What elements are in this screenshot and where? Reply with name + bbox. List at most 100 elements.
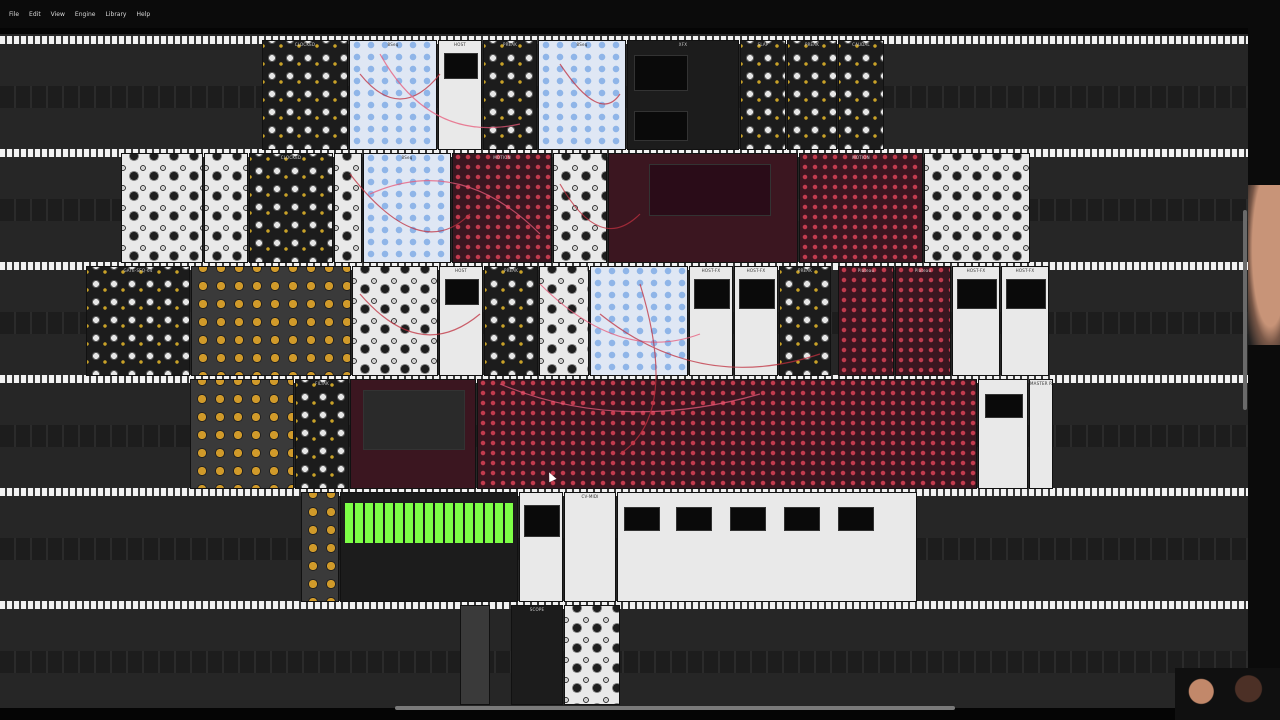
module-title: CLOCKED xyxy=(294,42,316,47)
module-matrix[interactable] xyxy=(539,266,589,376)
module-quad-oscillator[interactable] xyxy=(190,379,294,489)
module-host-fx[interactable]: HOST-FX xyxy=(734,266,778,376)
module-voice-bank[interactable] xyxy=(617,492,917,602)
module-controls[interactable] xyxy=(191,380,293,488)
module-screen xyxy=(739,279,775,309)
module-plateau[interactable]: Plateau xyxy=(838,266,894,376)
module-motion[interactable]: MOTION xyxy=(452,153,552,263)
module-controls[interactable] xyxy=(554,154,606,262)
menu-bar: File Edit View Engine Library Help xyxy=(0,0,1280,28)
module-controls[interactable] xyxy=(484,41,536,149)
module-controls[interactable] xyxy=(250,154,332,262)
module-vca[interactable] xyxy=(924,153,1030,263)
module-clocked[interactable]: CLOCKED xyxy=(249,153,333,263)
module-controls[interactable] xyxy=(296,380,348,488)
module-modulator[interactable] xyxy=(352,266,438,376)
module-fader[interactable] xyxy=(460,605,490,705)
module-master-records[interactable]: MASTER RECORDS xyxy=(1029,379,1053,489)
module-mixer[interactable] xyxy=(121,153,203,263)
module-slap[interactable]: SLAP xyxy=(740,40,786,150)
module-controls[interactable] xyxy=(122,154,202,262)
module-screen xyxy=(784,507,820,531)
module-motion[interactable]: MOTION xyxy=(799,153,923,263)
menu-edit[interactable]: Edit xyxy=(24,11,46,18)
module-8seq[interactable]: 8Seq xyxy=(538,40,626,150)
module-8seq[interactable]: 8Seq xyxy=(363,153,451,263)
vertical-scrollbar[interactable] xyxy=(1243,210,1247,410)
module-title: CAUDAL xyxy=(852,42,870,47)
module-host-fx[interactable]: HOST-FX xyxy=(689,266,733,376)
module-quad-oscillator[interactable] xyxy=(191,266,351,376)
module-host[interactable]: HOST xyxy=(439,266,483,376)
module-clocked[interactable]: CLOCKED xyxy=(262,40,348,150)
menu-library[interactable]: Library xyxy=(101,11,132,18)
module-controls[interactable] xyxy=(788,41,836,149)
module-caudal[interactable]: CAUDAL xyxy=(838,40,884,150)
module-controls[interactable] xyxy=(350,41,436,149)
module-controls[interactable] xyxy=(205,154,247,262)
module-title: HOST xyxy=(454,42,466,47)
module-controls[interactable] xyxy=(192,267,350,375)
module-utility[interactable] xyxy=(334,153,362,263)
module-screen xyxy=(957,279,997,309)
module-controls[interactable] xyxy=(780,267,830,375)
module-controls[interactable] xyxy=(839,41,883,149)
module-screen xyxy=(524,505,560,537)
module-strip[interactable] xyxy=(301,492,339,602)
module-controls[interactable] xyxy=(539,41,625,149)
module-title: Plateau xyxy=(914,268,932,273)
module-controls[interactable] xyxy=(353,267,437,375)
module-screen xyxy=(634,55,688,91)
module-mod-matrix[interactable] xyxy=(590,266,688,376)
module-gate-seq[interactable]: GATE-SEQ-64 xyxy=(86,266,190,376)
module-controls[interactable] xyxy=(540,267,588,375)
module-preak[interactable]: PREAK xyxy=(483,40,537,150)
module-controls[interactable] xyxy=(453,154,551,262)
module-wavetable[interactable] xyxy=(608,153,798,263)
module-cv-midi[interactable]: CV-MIDI xyxy=(564,492,616,602)
module-scope[interactable]: SCOPE xyxy=(511,605,563,705)
module-filter[interactable] xyxy=(553,153,607,263)
module-title: MOTION xyxy=(852,155,870,160)
module-controls[interactable] xyxy=(741,41,785,149)
module-8seq[interactable]: 8Seq xyxy=(349,40,437,150)
module-filtak[interactable]: FILTAK xyxy=(295,379,349,489)
module-controls[interactable] xyxy=(485,267,537,375)
module-screen xyxy=(730,507,766,531)
module-controls[interactable] xyxy=(364,154,450,262)
horizontal-scrollbar[interactable] xyxy=(395,706,955,710)
module-host[interactable]: HOST xyxy=(438,40,482,150)
module-midi-keyboard[interactable] xyxy=(340,492,518,602)
module-display[interactable] xyxy=(519,492,563,602)
module-recorder[interactable] xyxy=(978,379,1028,489)
module-controls[interactable] xyxy=(925,154,1029,262)
module-xfx[interactable]: XFX xyxy=(627,40,739,150)
module-host-fx[interactable]: HOST-FX xyxy=(952,266,1000,376)
module-controls[interactable] xyxy=(591,267,687,375)
module-envelope[interactable] xyxy=(564,605,620,705)
menu-view[interactable]: View xyxy=(46,11,70,18)
module-host-fx[interactable]: HOST-FX xyxy=(1001,266,1049,376)
module-title: HOST xyxy=(455,268,467,273)
module-controls[interactable] xyxy=(896,267,950,375)
module-controls[interactable] xyxy=(87,267,189,375)
menu-file[interactable]: File xyxy=(4,11,24,18)
module-title: PREAK xyxy=(804,42,820,47)
module-controls[interactable] xyxy=(839,267,893,375)
module-controls[interactable] xyxy=(565,606,619,704)
module-controls[interactable] xyxy=(335,154,361,262)
module-spectrum-filter[interactable] xyxy=(350,379,476,489)
module-preak[interactable]: PREAK xyxy=(779,266,831,376)
module-sequencer[interactable] xyxy=(204,153,248,263)
module-title: 8Seq xyxy=(387,42,399,47)
module-rack[interactable]: CLOCKED 8Seq HOST PREAK 8Seq XFX SLAP PR… xyxy=(0,34,1248,708)
module-plateau[interactable]: Plateau xyxy=(895,266,951,376)
rack-rail xyxy=(0,601,1248,609)
module-controls[interactable] xyxy=(800,154,922,262)
module-controls[interactable] xyxy=(302,493,338,601)
module-preak[interactable]: PREAK xyxy=(484,266,538,376)
menu-help[interactable]: Help xyxy=(131,11,155,18)
menu-engine[interactable]: Engine xyxy=(70,11,101,18)
module-preak[interactable]: PREAK xyxy=(787,40,837,150)
module-controls[interactable] xyxy=(263,41,347,149)
